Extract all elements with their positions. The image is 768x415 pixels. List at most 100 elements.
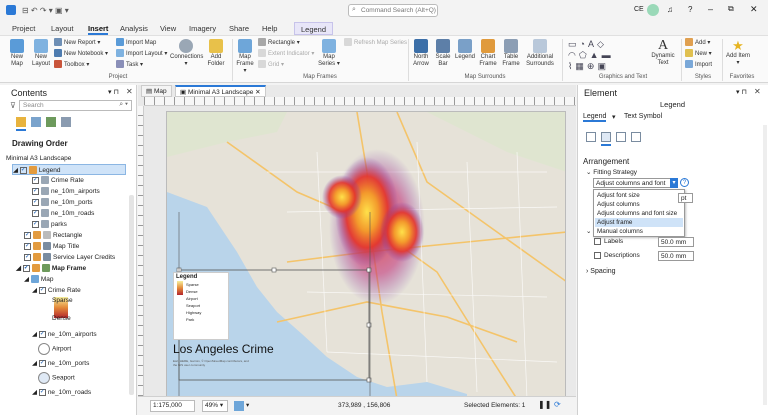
visibility-checkbox[interactable]: ✓	[24, 253, 31, 261]
spacing-section-toggle[interactable]: › Spacing	[586, 268, 616, 275]
visibility-checkbox[interactable]: ✓	[38, 330, 46, 338]
fitting-strategy-select[interactable]: Adjust columns and font size	[593, 178, 677, 196]
pause-icon[interactable]: ❚❚	[538, 400, 551, 409]
styles-import-button[interactable]: Import	[685, 60, 712, 70]
layout-page[interactable]: Legend Sparse Dense Airport Seaport High…	[166, 111, 566, 398]
filter-icon[interactable]: ⊽	[10, 101, 16, 110]
visibility-checkbox[interactable]: ✓	[38, 388, 46, 396]
task-button[interactable]: Task ▾	[116, 60, 143, 70]
descriptions-checkbox[interactable]	[594, 252, 601, 259]
tab-layout[interactable]: Layout	[51, 22, 74, 35]
chart-frame-button[interactable]: Chart Frame	[477, 39, 499, 68]
list-by-type-icon[interactable]	[46, 117, 56, 127]
tree-item-ports[interactable]: ✓ ne_10m_ports	[32, 197, 93, 208]
zoom-dropdown[interactable]: 49% ▾	[202, 400, 228, 412]
close-tab-icon[interactable]: ✕	[255, 89, 260, 96]
scale-dropdown[interactable]: 1:175,000	[150, 400, 195, 412]
labels-checkbox[interactable]	[594, 238, 601, 245]
option-adjust-columns-and-font-size[interactable]: Adjust columns and font size	[595, 209, 683, 218]
visibility-checkbox[interactable]: ✓	[24, 242, 31, 250]
chevron-down-icon[interactable]: ⌄	[586, 227, 591, 235]
option-manual-columns[interactable]: Manual columns	[595, 227, 683, 236]
connections-button[interactable]: Connections ▾	[170, 39, 203, 68]
close-window-button[interactable]: ✕	[750, 4, 758, 15]
tab-analysis[interactable]: Analysis	[120, 22, 148, 35]
graphics-gallery[interactable]: ▭◔A◇ ◠⬠▲▬ ⌇▦⊕▣	[568, 39, 648, 71]
pane-options-icon[interactable]: ▾ ⊓	[108, 88, 119, 96]
arrangement-icon[interactable]	[601, 132, 611, 142]
view-tab-map[interactable]: ▤ Map	[141, 85, 172, 97]
pen-icon[interactable]	[616, 132, 626, 142]
fitting-strategy-toggle[interactable]: ⌄ Fitting Strategy	[586, 168, 637, 176]
display-icon[interactable]	[631, 132, 641, 142]
chevron-down-icon[interactable]: ▾	[670, 178, 678, 188]
grid-button[interactable]: Grid ▾	[258, 60, 284, 70]
tree-item-airports[interactable]: ✓ ne_10m_airports	[32, 186, 100, 197]
tree-item-layout[interactable]: Minimal A3 Landscape	[6, 153, 71, 164]
styles-add-button[interactable]: Add ▾	[685, 38, 710, 48]
option-adjust-frame[interactable]: Adjust frame	[595, 218, 683, 227]
service-layer-credits[interactable]: Esri, HERE, Garmin, © OpenStreetMap cont…	[173, 359, 253, 367]
tab-legend-properties[interactable]: Legend	[583, 113, 607, 122]
chevron-down-icon[interactable]: ▾	[612, 113, 616, 121]
quick-access-toolbar[interactable]: ⊟ ↶ ↷ ▾ ▣ ▾	[22, 6, 69, 15]
bell-icon[interactable]: ♫	[667, 5, 673, 14]
visibility-checkbox[interactable]: ✓	[19, 166, 27, 174]
options-icon[interactable]	[586, 132, 596, 142]
user-initials[interactable]: CE	[634, 6, 644, 13]
new-notebook-button[interactable]: New Notebook ▾	[54, 49, 108, 59]
visibility-checkbox[interactable]: ✓	[32, 220, 39, 228]
new-layout-button[interactable]: New Layout	[30, 39, 52, 68]
minimize-button[interactable]: –	[708, 4, 713, 14]
visibility-checkbox[interactable]: ✓	[22, 264, 30, 272]
tree-item-service-layer-credits[interactable]: ✓ Service Layer Credits	[24, 252, 115, 263]
visibility-checkbox[interactable]: ✓	[32, 209, 39, 217]
drawing-order-icon[interactable]	[16, 117, 26, 127]
visibility-checkbox[interactable]: ✓	[32, 198, 39, 206]
visibility-checkbox[interactable]: ✓	[32, 187, 39, 195]
list-by-selection-icon[interactable]	[61, 117, 71, 127]
contents-scrollbar[interactable]	[129, 195, 134, 395]
add-folder-button[interactable]: Add Folder	[204, 39, 228, 68]
element-pane-scrollbar[interactable]	[763, 125, 767, 405]
dynamic-text-button[interactable]: A Dynamic Text	[651, 39, 675, 67]
tab-text-symbol[interactable]: Text Symbol	[624, 113, 662, 120]
pane-options-icon[interactable]: ▾ ⊓	[736, 88, 747, 96]
import-map-button[interactable]: Import Map	[116, 38, 156, 48]
tab-share[interactable]: Share	[229, 22, 249, 35]
tab-insert[interactable]: Insert	[88, 22, 109, 35]
map-title[interactable]: Los Angeles Crime	[173, 342, 274, 356]
help-icon[interactable]: ?	[688, 5, 692, 14]
map-series-button[interactable]: Map Series ▾	[316, 39, 342, 68]
tab-imagery[interactable]: Imagery	[189, 22, 216, 35]
option-adjust-columns[interactable]: Adjust columns	[595, 200, 683, 209]
list-by-source-icon[interactable]	[31, 117, 41, 127]
tree-item-rectangle[interactable]: ✓ Rectangle	[24, 230, 82, 241]
view-tab-layout[interactable]: ▣ Minimal A3 Landscape ✕	[175, 85, 266, 97]
fixed-zoom-icon[interactable]	[234, 401, 244, 411]
tab-help[interactable]: Help	[262, 22, 277, 35]
scale-bar-button[interactable]: Scale Bar	[433, 39, 453, 68]
tab-view[interactable]: View	[160, 22, 176, 35]
tree-item-map-airports[interactable]: ◢ ✓ ne_10m_airports	[32, 329, 97, 340]
close-pane-button[interactable]: ✕	[126, 87, 133, 96]
descriptions-width-field[interactable]: 50.0 mm	[658, 251, 694, 261]
avatar[interactable]	[647, 4, 659, 16]
import-layout-button[interactable]: Import Layout ▾	[116, 49, 167, 59]
labels-width-field[interactable]: 50.0 mm	[658, 237, 694, 247]
tab-project[interactable]: Project	[12, 22, 35, 35]
add-item-button[interactable]: ★ Add Item ▾	[726, 39, 750, 67]
visibility-checkbox[interactable]: ✓	[38, 359, 46, 367]
maximize-button[interactable]: ⧉	[728, 4, 734, 14]
tree-item-map-roads[interactable]: ◢ ✓ ne_10m_roads	[32, 387, 91, 398]
help-icon[interactable]: ?	[680, 178, 689, 187]
visibility-checkbox[interactable]: ✓	[24, 231, 31, 239]
refresh-icon[interactable]: ⟳	[554, 400, 561, 409]
tree-item-map-frame[interactable]: ◢ ✓ Map Frame	[16, 263, 86, 274]
new-map-button[interactable]: New Map	[6, 39, 28, 68]
tree-item-map[interactable]: ◢ Map	[24, 274, 53, 285]
refresh-map-series-button[interactable]: Refresh Map Series	[344, 38, 407, 48]
tree-item-parks[interactable]: ✓ parks	[32, 219, 67, 230]
new-report-button[interactable]: New Report ▾	[54, 38, 100, 48]
tree-item-legend[interactable]: ◢ ✓ Legend	[12, 164, 126, 175]
